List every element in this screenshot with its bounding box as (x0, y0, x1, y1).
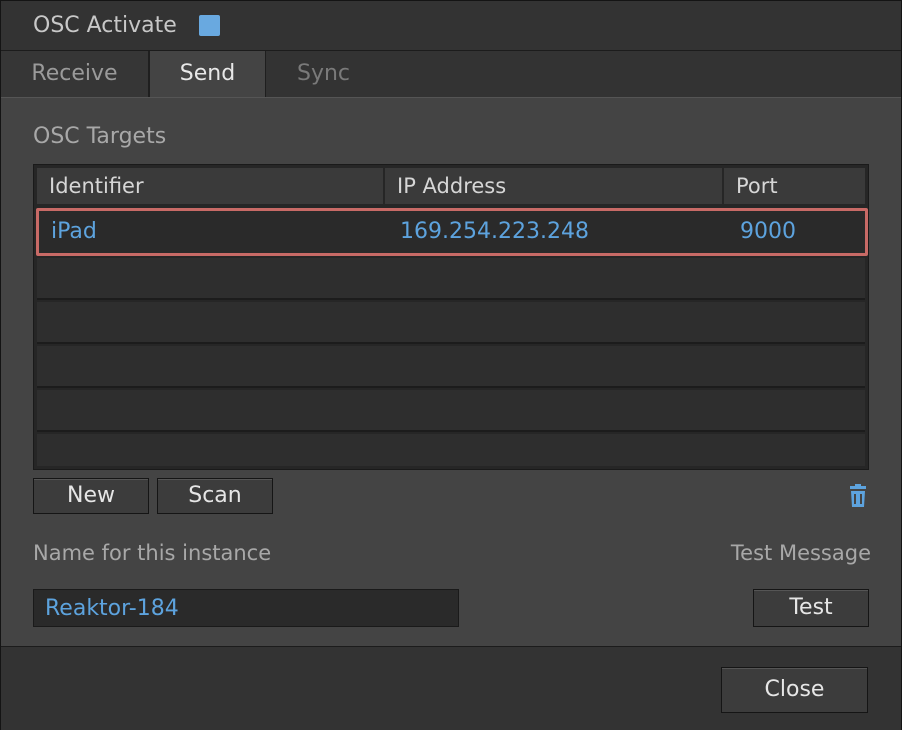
close-button[interactable]: Close (721, 667, 868, 713)
trash-icon[interactable] (847, 484, 869, 508)
instance-name-label: Name for this instance (33, 541, 272, 565)
title-label: OSC Activate (33, 13, 177, 38)
tab-bar: Receive Send Sync (1, 51, 901, 97)
table-header: Identifier IP Address Port (37, 168, 865, 204)
scan-button[interactable]: Scan (157, 478, 273, 514)
instance-name-input[interactable] (33, 589, 459, 627)
osc-dialog: OSC Activate Receive Send Sync OSC Targe… (0, 0, 902, 730)
new-target-button[interactable]: New (33, 478, 149, 514)
cell-ip-address: 169.254.223.248 (400, 219, 589, 244)
table-row[interactable] (37, 434, 865, 466)
test-message-label: Test Message (730, 541, 871, 565)
osc-activate-checkbox[interactable] (199, 15, 220, 36)
cell-port: 9000 (740, 219, 796, 244)
table-row[interactable] (37, 258, 865, 300)
osc-targets-title: OSC Targets (33, 124, 167, 149)
tab-send[interactable]: Send (149, 51, 266, 97)
test-button[interactable]: Test (753, 589, 869, 627)
osc-targets-table: Identifier IP Address Port iPad 169.254.… (33, 164, 869, 470)
table-row[interactable] (37, 302, 865, 344)
column-header-port[interactable]: Port (724, 168, 865, 204)
dialog-footer: Close (1, 646, 901, 730)
table-row[interactable] (37, 346, 865, 388)
table-row[interactable] (37, 390, 865, 432)
column-header-ip-address[interactable]: IP Address (385, 168, 724, 204)
table-row-selected[interactable]: iPad 169.254.223.248 9000 (36, 208, 868, 256)
cell-identifier: iPad (51, 219, 97, 244)
tab-sync[interactable]: Sync (266, 51, 381, 97)
column-header-identifier[interactable]: Identifier (37, 168, 385, 204)
tab-receive[interactable]: Receive (1, 51, 149, 97)
send-panel: OSC Targets Identifier IP Address Port i… (1, 97, 901, 646)
titlebar: OSC Activate (1, 1, 901, 51)
